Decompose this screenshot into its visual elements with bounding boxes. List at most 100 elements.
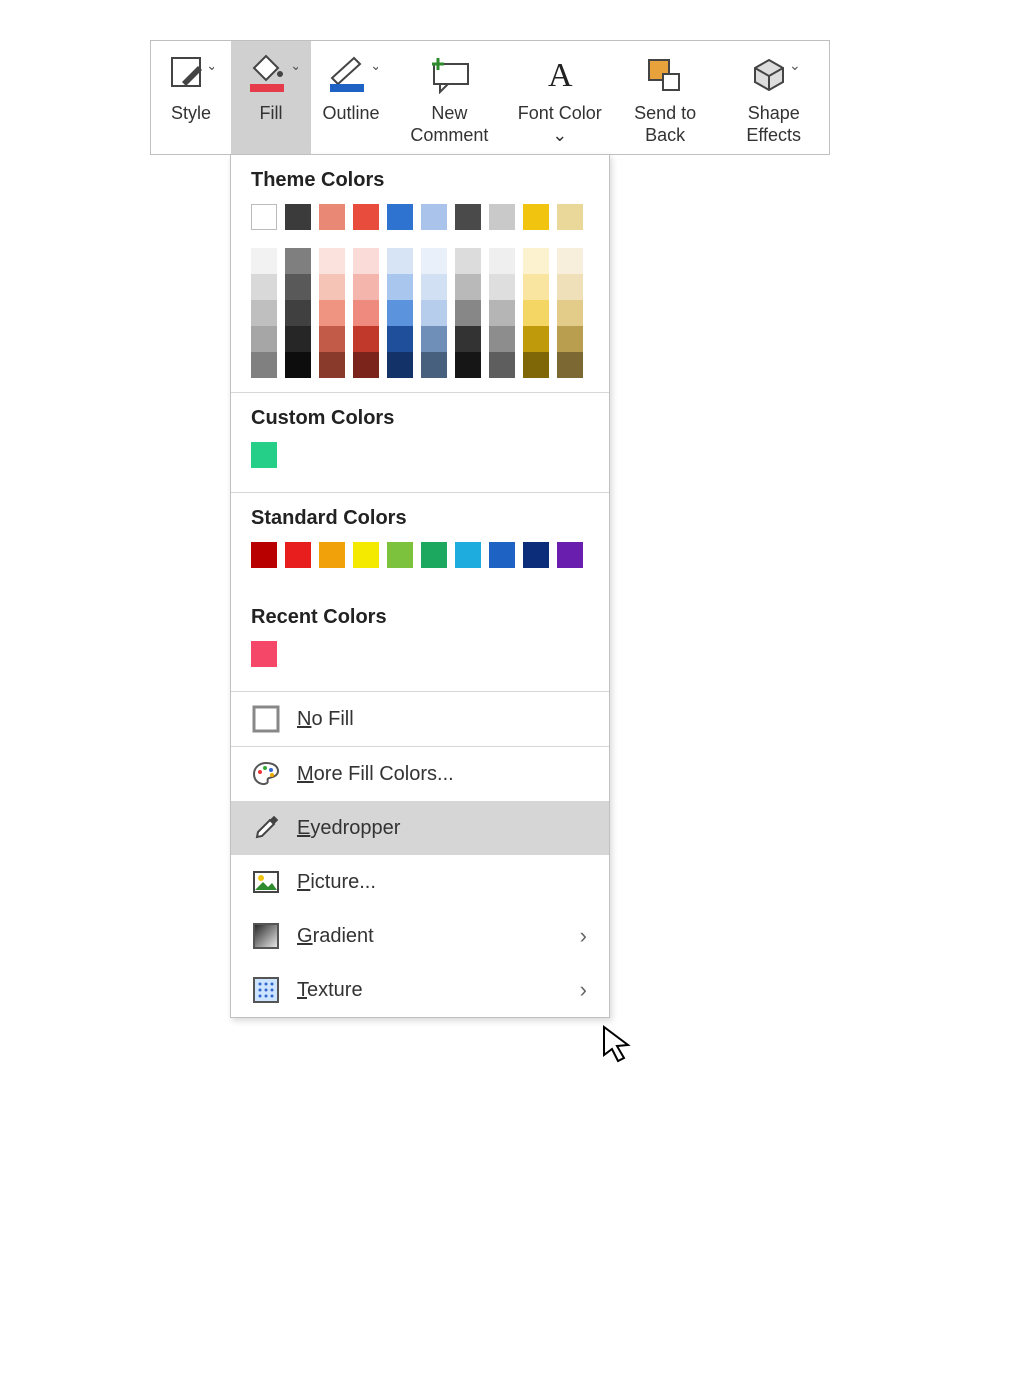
new-comment-button[interactable]: New Comment [391, 41, 508, 154]
color-swatch[interactable] [387, 204, 413, 230]
color-swatch[interactable] [285, 352, 311, 378]
fill-label: Fill [260, 103, 283, 125]
color-swatch[interactable] [387, 352, 413, 378]
color-swatch[interactable] [557, 326, 583, 352]
no-fill-icon [251, 704, 281, 734]
color-swatch[interactable] [455, 248, 481, 274]
color-swatch[interactable] [319, 542, 345, 568]
style-button[interactable]: ⌄ Style [151, 41, 231, 154]
svg-text:⌄: ⌄ [370, 57, 378, 73]
color-swatch[interactable] [557, 542, 583, 568]
picture-icon [251, 867, 281, 897]
svg-text:⌄: ⌄ [290, 57, 298, 73]
color-swatch[interactable] [251, 326, 277, 352]
color-swatch[interactable] [421, 248, 447, 274]
color-swatch[interactable] [319, 352, 345, 378]
color-swatch[interactable] [455, 542, 481, 568]
color-swatch[interactable] [489, 300, 515, 326]
color-swatch[interactable] [523, 352, 549, 378]
more-colors-menu-item[interactable]: More Fill Colors... [231, 747, 609, 801]
comment-icon [424, 51, 474, 97]
color-swatch[interactable] [285, 274, 311, 300]
font-color-button[interactable]: A Font Color ⌄ [508, 41, 612, 154]
color-swatch[interactable] [421, 274, 447, 300]
color-swatch[interactable] [455, 204, 481, 230]
color-swatch[interactable] [387, 542, 413, 568]
shape-effects-button[interactable]: ⌄ Shape Effects [718, 41, 829, 154]
color-swatch[interactable] [557, 274, 583, 300]
color-swatch[interactable] [353, 352, 379, 378]
color-swatch[interactable] [353, 300, 379, 326]
color-swatch[interactable] [557, 352, 583, 378]
color-swatch[interactable] [455, 326, 481, 352]
color-swatch[interactable] [319, 300, 345, 326]
no-fill-menu-item[interactable]: No Fill [231, 692, 609, 746]
color-swatch[interactable] [285, 542, 311, 568]
color-swatch[interactable] [489, 274, 515, 300]
color-swatch[interactable] [285, 326, 311, 352]
eyedropper-menu-item[interactable]: Eyedropper [231, 801, 609, 855]
color-swatch[interactable] [353, 542, 379, 568]
color-swatch[interactable] [251, 204, 277, 230]
color-swatch[interactable] [387, 326, 413, 352]
color-swatch[interactable] [523, 248, 549, 274]
color-swatch[interactable] [489, 204, 515, 230]
color-swatch[interactable] [251, 442, 277, 468]
fill-button[interactable]: ⌄ Fill [231, 41, 311, 154]
color-swatch[interactable] [387, 248, 413, 274]
color-swatch[interactable] [523, 300, 549, 326]
color-swatch[interactable] [421, 204, 447, 230]
color-swatch[interactable] [251, 248, 277, 274]
color-swatch[interactable] [455, 274, 481, 300]
eyedropper-icon [251, 813, 281, 843]
color-swatch[interactable] [455, 352, 481, 378]
send-to-back-button[interactable]: Send to Back [612, 41, 719, 154]
color-swatch[interactable] [251, 274, 277, 300]
color-swatch[interactable] [421, 300, 447, 326]
outline-button[interactable]: ⌄ Outline [311, 41, 391, 154]
color-swatch[interactable] [489, 248, 515, 274]
color-swatch[interactable] [251, 641, 277, 667]
gradient-menu-item[interactable]: Gradient › [231, 909, 609, 963]
color-swatch[interactable] [285, 248, 311, 274]
color-swatch[interactable] [421, 326, 447, 352]
color-swatch[interactable] [557, 248, 583, 274]
color-swatch[interactable] [455, 300, 481, 326]
color-swatch[interactable] [489, 352, 515, 378]
color-swatch[interactable] [557, 204, 583, 230]
color-swatch[interactable] [285, 300, 311, 326]
picture-menu-item[interactable]: Picture... [231, 855, 609, 909]
color-swatch[interactable] [489, 542, 515, 568]
color-swatch[interactable] [421, 352, 447, 378]
color-swatch[interactable] [523, 542, 549, 568]
color-swatch[interactable] [489, 326, 515, 352]
color-swatch[interactable] [523, 274, 549, 300]
color-swatch[interactable] [557, 300, 583, 326]
texture-menu-item[interactable]: Texture › [231, 963, 609, 1017]
new-comment-label: New Comment [399, 103, 500, 146]
color-swatch[interactable] [251, 300, 277, 326]
color-swatch[interactable] [523, 326, 549, 352]
color-swatch[interactable] [251, 542, 277, 568]
outline-label: Outline [322, 103, 379, 125]
color-swatch[interactable] [285, 204, 311, 230]
mouse-cursor [600, 1025, 636, 1065]
shape-effects-icon: ⌄ [749, 51, 799, 97]
color-swatch[interactable] [251, 352, 277, 378]
color-swatch[interactable] [387, 274, 413, 300]
color-swatch[interactable] [353, 204, 379, 230]
font-color-icon: A [540, 51, 580, 97]
color-swatch[interactable] [319, 274, 345, 300]
color-swatch[interactable] [353, 248, 379, 274]
texture-icon [251, 975, 281, 1005]
color-swatch[interactable] [319, 248, 345, 274]
color-swatch[interactable] [319, 326, 345, 352]
svg-text:⌄: ⌄ [206, 57, 214, 73]
theme-colors-section: Theme Colors [231, 155, 609, 393]
color-swatch[interactable] [421, 542, 447, 568]
color-swatch[interactable] [523, 204, 549, 230]
color-swatch[interactable] [353, 274, 379, 300]
color-swatch[interactable] [353, 326, 379, 352]
color-swatch[interactable] [387, 300, 413, 326]
color-swatch[interactable] [319, 204, 345, 230]
